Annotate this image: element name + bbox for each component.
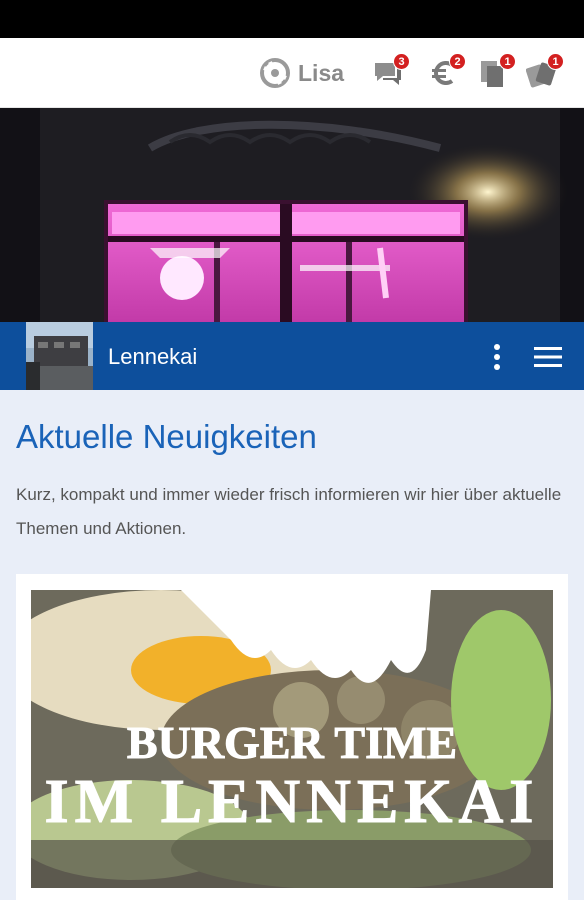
more-options-icon[interactable]	[488, 342, 506, 372]
chat-badge: 3	[393, 53, 410, 70]
brand[interactable]: Lisa	[260, 56, 344, 90]
brand-name: Lisa	[298, 59, 345, 86]
coupon-badge: 1	[499, 53, 516, 70]
top-bar: Lisa 3 2 1 1	[0, 38, 584, 108]
chat-button[interactable]: 3	[372, 53, 410, 89]
location-title: Lennekai	[108, 344, 198, 369]
building-thumbnail-image	[26, 322, 93, 390]
burger-photo: BURGER TIME IM LENNEKAI	[31, 590, 553, 888]
section-description: Kurz, kompakt und immer wieder frisch in…	[16, 485, 562, 538]
app-bar: Lennekai	[0, 322, 584, 390]
coupon-button[interactable]: 1	[478, 53, 516, 89]
news-image-line1: BURGER TIME	[127, 717, 457, 768]
news-section: Aktuelle Neuigkeiten Kurz, kompakt und i…	[0, 390, 584, 900]
section-heading: Aktuelle Neuigkeiten	[16, 418, 317, 455]
news-image-line2: IM LENNEKAI	[45, 768, 540, 836]
hamburger-menu-icon[interactable]	[532, 344, 564, 370]
storefront-photo	[0, 108, 584, 323]
euro-button[interactable]: 2	[428, 53, 466, 89]
stamp-card-badge: 1	[547, 53, 564, 70]
location-thumbnail[interactable]	[26, 322, 93, 390]
euro-badge: 2	[449, 53, 466, 70]
status-bar	[0, 0, 584, 38]
hero-image	[0, 108, 584, 323]
news-card[interactable]: BURGER TIME IM LENNEKAI	[16, 574, 568, 900]
news-image[interactable]: BURGER TIME IM LENNEKAI	[31, 590, 553, 888]
stamp-card-button[interactable]: 1	[525, 53, 564, 89]
lisa-logo-icon	[260, 58, 290, 88]
